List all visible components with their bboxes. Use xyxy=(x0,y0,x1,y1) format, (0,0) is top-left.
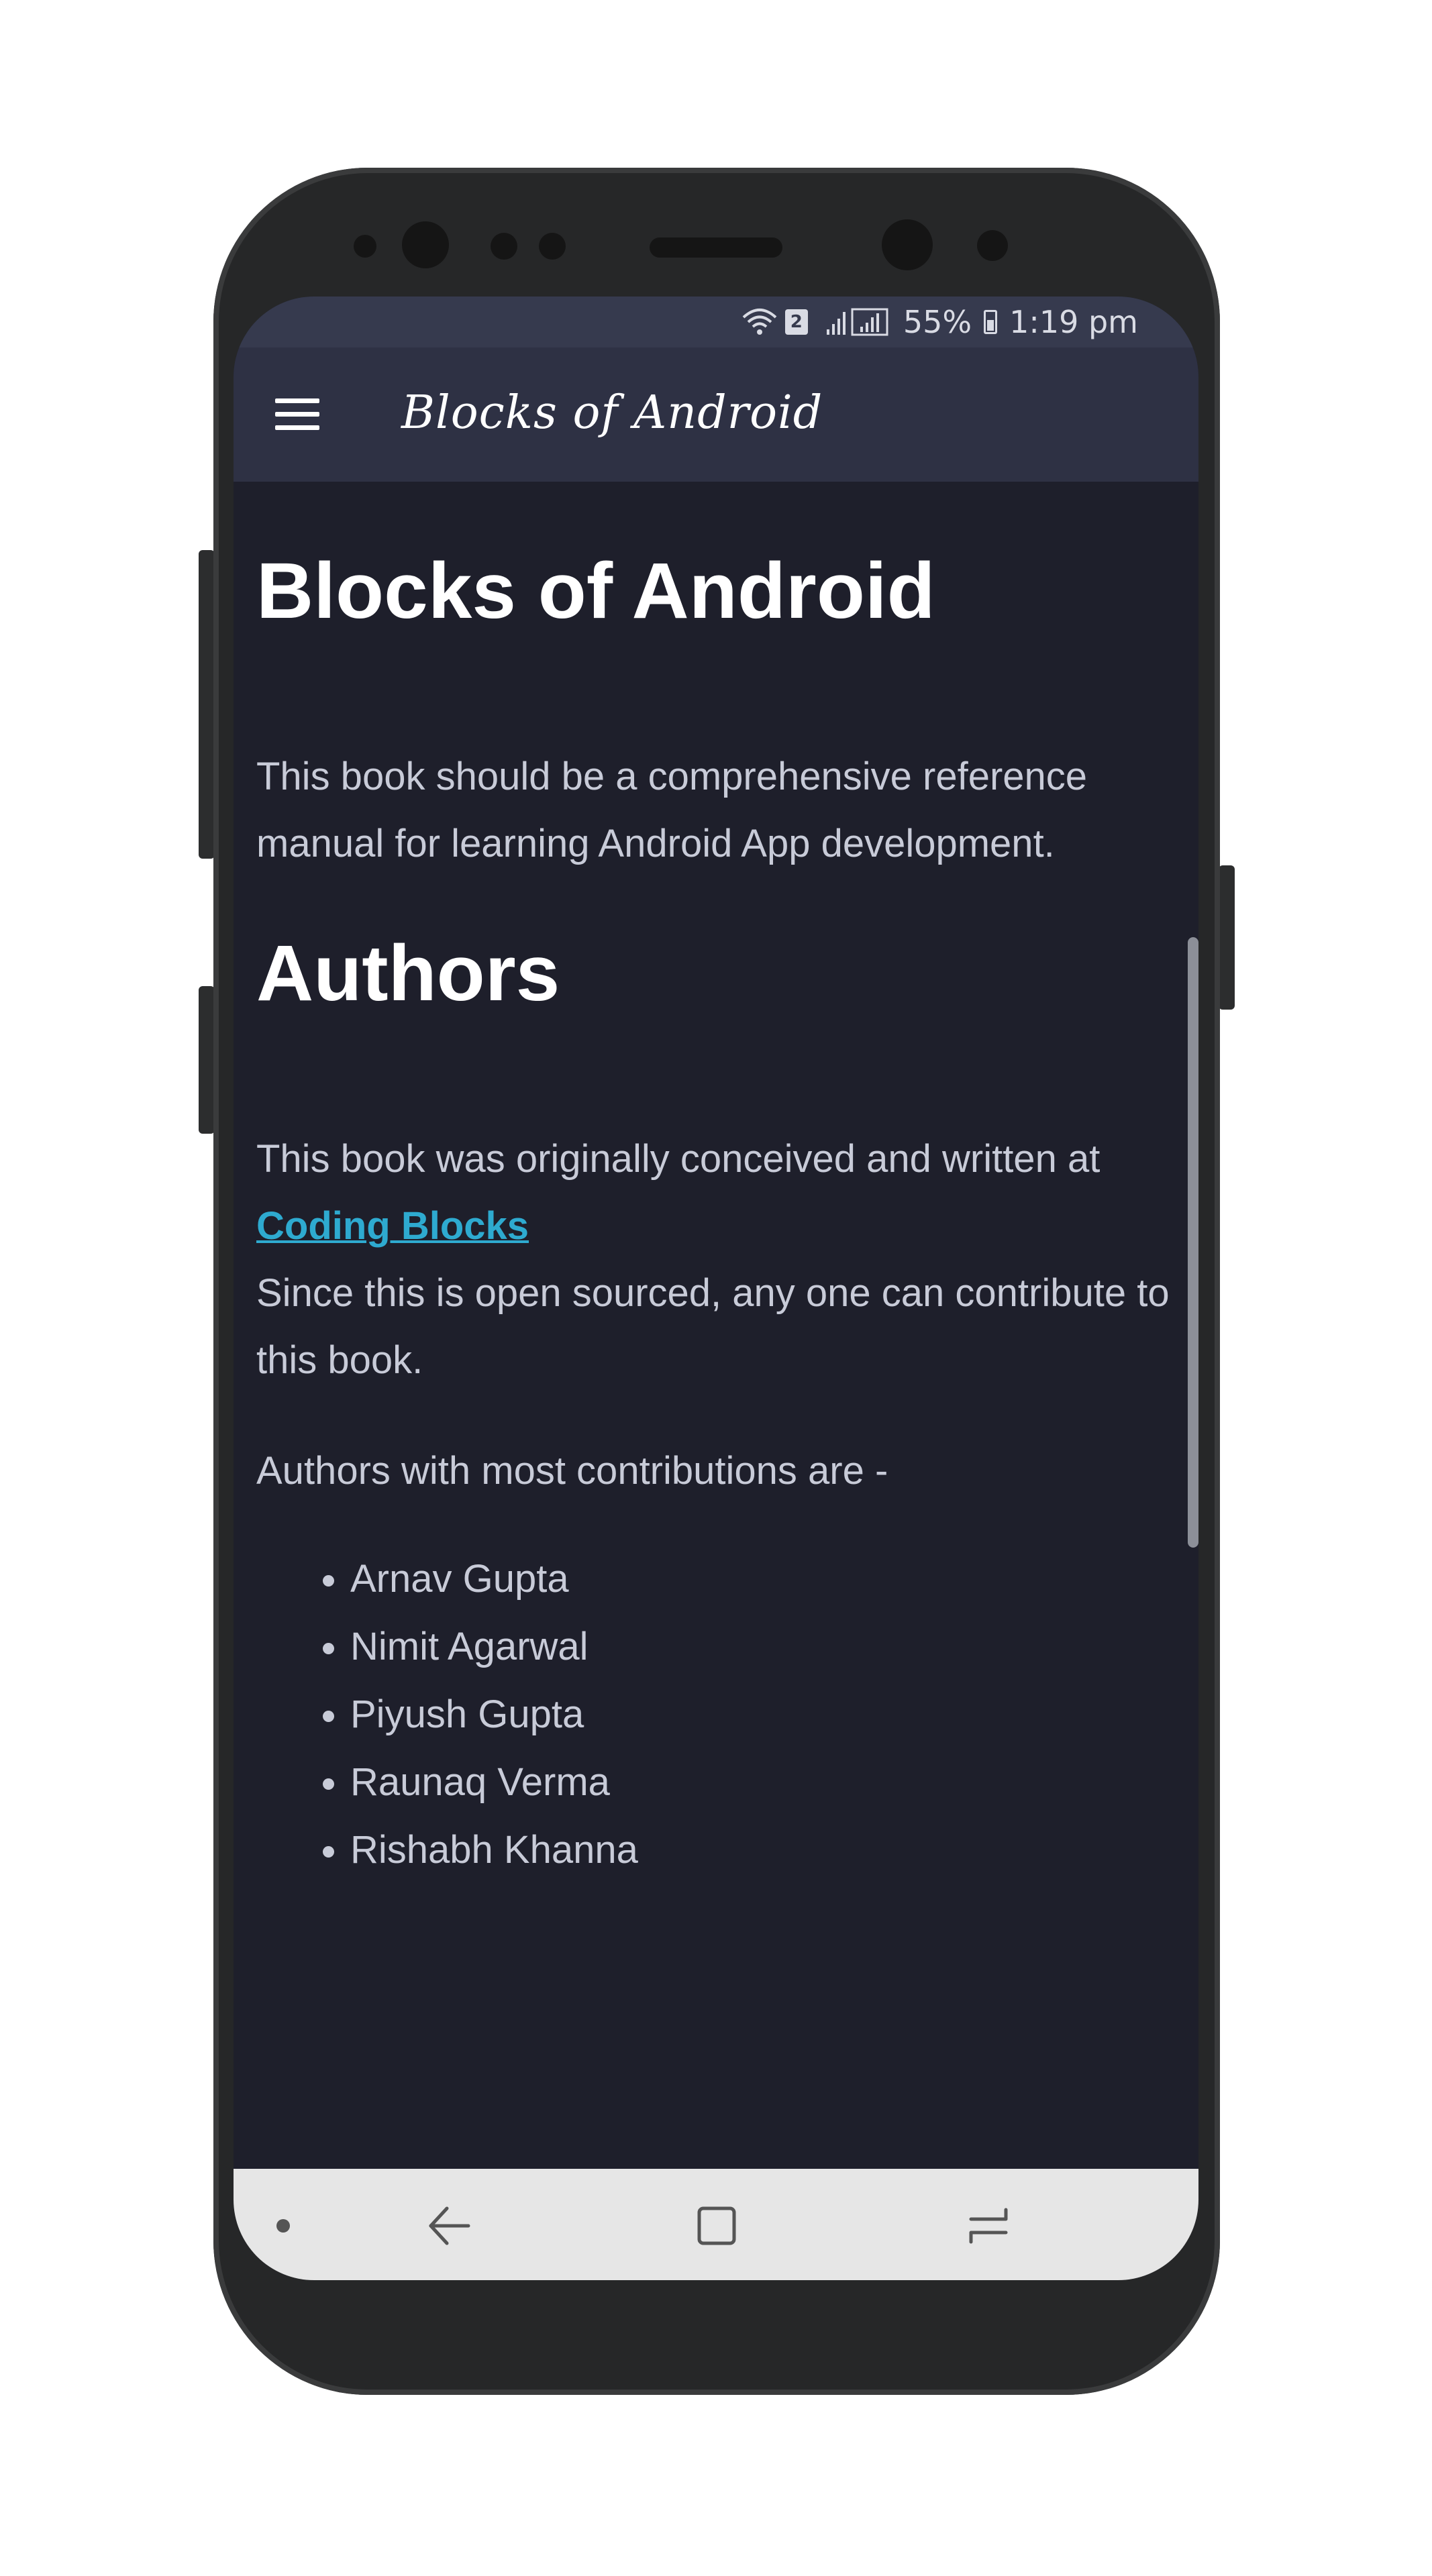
earpiece-speaker xyxy=(650,237,782,258)
front-camera xyxy=(402,221,449,268)
battery-icon xyxy=(984,310,998,334)
sensor-dot xyxy=(354,235,376,258)
list-item: Nimit Agarwal xyxy=(350,1613,638,1680)
iris-scanner xyxy=(882,219,933,270)
navigation-bar xyxy=(234,2169,1198,2280)
app-screen: 2 55% 1:19 pm Blocks of Android Blocks o… xyxy=(234,297,1198,2280)
signal-icon xyxy=(825,307,892,337)
volume-up-button[interactable] xyxy=(199,550,215,859)
intro-paragraph: This book should be a comprehensive refe… xyxy=(256,755,1088,865)
sensor-dot xyxy=(977,230,1008,261)
sim-badge: 2 xyxy=(784,309,808,335)
volume-down-button[interactable] xyxy=(199,986,215,1134)
wifi-icon xyxy=(741,307,778,337)
coding-blocks-link[interactable]: Coding Blocks xyxy=(256,1204,529,1248)
clock: 1:19 pm xyxy=(1009,304,1138,340)
nav-dot-icon[interactable] xyxy=(276,2219,290,2233)
sensor-dot xyxy=(539,233,566,260)
app-toolbar: Blocks of Android xyxy=(234,347,1198,482)
page-title: Blocks of Android xyxy=(256,547,935,635)
status-bar: 2 55% 1:19 pm xyxy=(234,297,1198,347)
battery-percent: 55% xyxy=(903,304,972,340)
origin-text: This book was originally conceived and w… xyxy=(256,1137,1101,1181)
toolbar-title: Blocks of Android xyxy=(401,386,823,439)
article-content: Blocks of Android This book should be a … xyxy=(256,482,1176,2166)
list-item: Raunaq Verma xyxy=(350,1748,638,1816)
home-icon[interactable] xyxy=(690,2199,744,2253)
hamburger-icon[interactable] xyxy=(275,390,322,437)
back-icon[interactable] xyxy=(421,2199,475,2253)
author-list: Arnav Gupta Nimit Agarwal Piyush Gupta R… xyxy=(256,1545,638,1884)
list-item: Piyush Gupta xyxy=(350,1680,638,1748)
list-item: Rishabh Khanna xyxy=(350,1816,638,1884)
origin-paragraph: This book was originally conceived and w… xyxy=(256,1126,1176,1394)
power-button[interactable] xyxy=(1219,865,1235,1010)
scrollbar[interactable] xyxy=(1188,937,1198,1548)
recents-icon[interactable] xyxy=(962,2199,1015,2253)
authors-heading: Authors xyxy=(256,929,560,1018)
list-item: Arnav Gupta xyxy=(350,1545,638,1613)
contributions-intro: Authors with most contributions are - xyxy=(256,1449,888,1493)
open-source-text: Since this is open sourced, any one can … xyxy=(256,1271,1170,1382)
sensor-dot xyxy=(491,233,517,260)
